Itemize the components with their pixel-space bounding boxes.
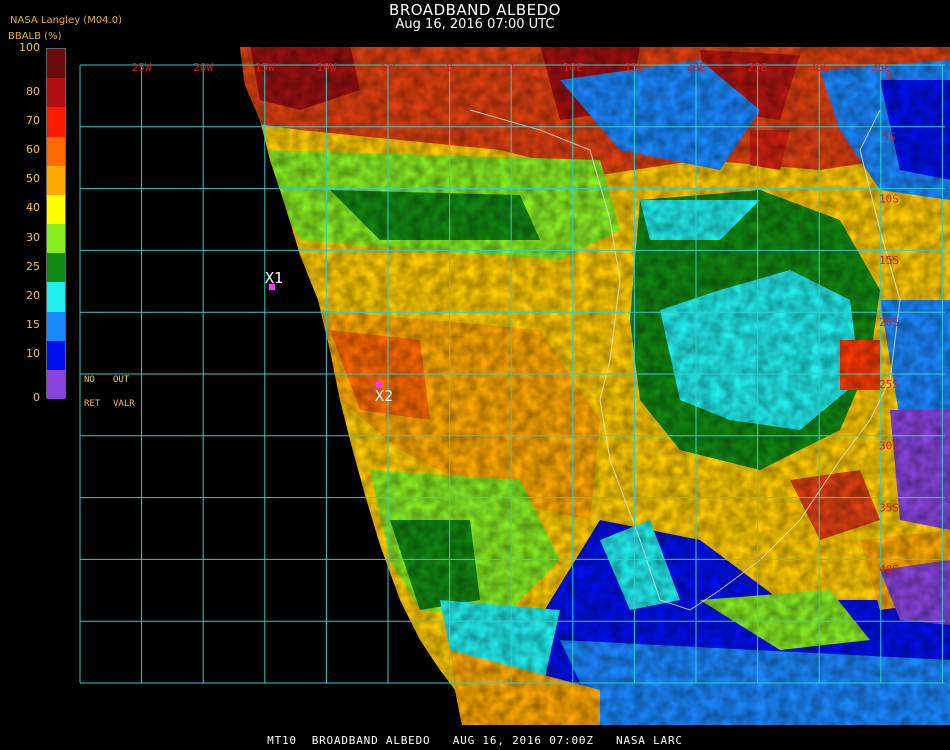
legend-out-label: OUT bbox=[113, 375, 130, 385]
colorbar-swatch bbox=[47, 369, 65, 400]
latitude-label: 40S bbox=[879, 563, 899, 576]
colorbar-swatch bbox=[47, 282, 65, 312]
colorbar-swatch bbox=[47, 136, 65, 167]
latitude-label: 25S bbox=[879, 378, 899, 391]
colorbar-tick-label: 40 bbox=[26, 201, 40, 215]
colorbar-tick-label: 10 bbox=[26, 347, 40, 361]
colorbar-swatch bbox=[47, 253, 65, 283]
latitude-label: 30S bbox=[879, 440, 899, 453]
colorbar-tick-label: 50 bbox=[26, 172, 40, 186]
longitude-label: 25E bbox=[748, 61, 768, 74]
latitude-label: 15S bbox=[879, 254, 899, 267]
colorbar-tick-label: 20 bbox=[26, 288, 40, 302]
colorbar-swatch bbox=[47, 165, 65, 196]
latitude-label: 10S bbox=[879, 192, 899, 205]
latitude-label: 5S bbox=[882, 131, 895, 144]
colorbar-tick-label: 25 bbox=[26, 259, 40, 273]
colorbar-tick-label: 100 bbox=[19, 41, 40, 54]
source-label: NASA Langley (M04.0) bbox=[10, 15, 122, 26]
colorbar-swatch bbox=[47, 107, 65, 137]
colorbar-tick-label: 80 bbox=[26, 84, 40, 98]
colorbar-tick-label: 15 bbox=[26, 318, 40, 332]
longitude-label: 30E bbox=[809, 61, 829, 74]
satellite-swath bbox=[240, 47, 950, 725]
footer-status: MT10 BROADBAND ALBEDO AUG 16, 2016 07:00… bbox=[267, 734, 683, 747]
longitude-label: 25W bbox=[132, 61, 152, 74]
colorbar-tick-label: 70 bbox=[26, 113, 40, 127]
colorbar-swatch bbox=[47, 340, 65, 371]
legend-no-label: NO bbox=[84, 375, 95, 385]
colorbar-swatch bbox=[47, 311, 65, 342]
longitude-label: 5W bbox=[381, 61, 395, 74]
colorbar bbox=[46, 48, 66, 400]
longitude-label: 15W bbox=[255, 61, 275, 74]
colorbar-swatch bbox=[47, 49, 65, 79]
latitude-label: 0 bbox=[886, 69, 893, 82]
marker-label: X1 bbox=[265, 269, 283, 287]
longitude-label: 10W bbox=[316, 61, 336, 74]
marker-label: X2 bbox=[375, 387, 393, 405]
colorbar-tick-label: 0 bbox=[33, 391, 40, 404]
legend-ret-label: RET bbox=[84, 399, 101, 409]
colorbar-tick-label: 60 bbox=[26, 143, 40, 157]
colorbar-swatch bbox=[47, 194, 65, 225]
colorbar-tick-label: 30 bbox=[26, 230, 40, 244]
map-timestamp: Aug 16, 2016 07:00 UTC bbox=[395, 17, 555, 32]
longitude-label: 10E bbox=[563, 61, 583, 74]
colorbar-swatch bbox=[47, 224, 65, 254]
longitude-label: 15E bbox=[624, 61, 644, 74]
colorbar-swatch bbox=[47, 78, 65, 108]
legend-valr-label: VALR bbox=[113, 399, 135, 409]
longitude-label: 0 bbox=[446, 61, 453, 74]
longitude-label: 5E bbox=[505, 61, 518, 74]
albedo-map: 25W 20W 15W 10W 5W 0 5E 10E 15E 20E 25E 30E 35E05S10… bbox=[79, 47, 950, 725]
latitude-label: 35S bbox=[879, 501, 899, 514]
longitude-label: 20E bbox=[686, 61, 706, 74]
longitude-label: 20W bbox=[193, 61, 213, 74]
latitude-label: 20S bbox=[879, 316, 899, 329]
